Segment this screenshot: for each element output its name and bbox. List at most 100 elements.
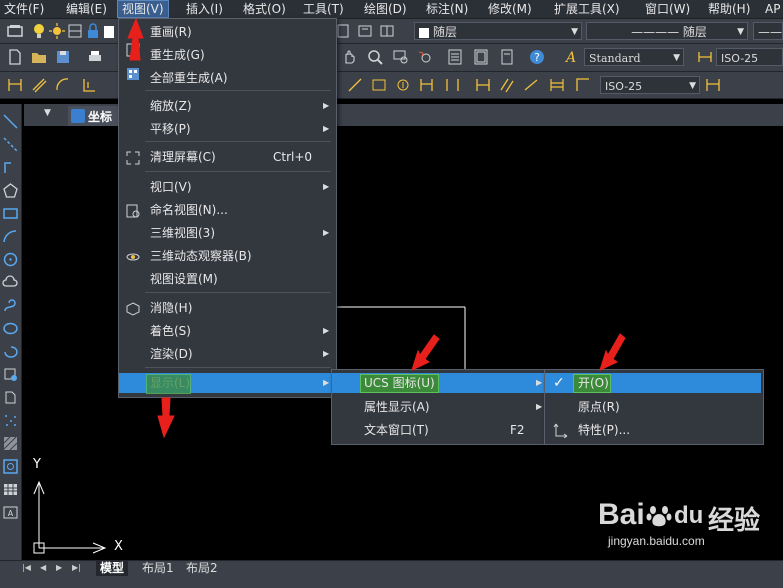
dimension-style-icon[interactable] — [696, 48, 714, 66]
dim-arc-icon[interactable] — [54, 76, 72, 94]
display-menu-item-0[interactable]: UCS 图标(U) ▶ — [332, 373, 546, 393]
text-style-combo[interactable]: Standard ▼ — [584, 48, 684, 66]
view-menu-item-11[interactable]: 消隐(H) — [119, 298, 334, 318]
revision-cloud-icon[interactable] — [2, 274, 19, 291]
ellipse-arc-icon[interactable] — [2, 343, 19, 360]
view-menu-item-9[interactable]: 三维动态观察器(B) — [119, 246, 334, 266]
zoom-realtime-icon[interactable] — [366, 48, 384, 66]
tolerance-icon[interactable] — [370, 76, 388, 94]
rectangle-icon[interactable] — [2, 205, 19, 222]
new-file-icon[interactable] — [6, 48, 24, 66]
multiline-text-icon[interactable]: A — [2, 504, 19, 521]
dim-aligned-icon[interactable] — [30, 76, 48, 94]
menu-app[interactable]: AP — [765, 1, 780, 17]
dim-text-edit-icon[interactable] — [444, 76, 462, 94]
dim-linear-icon[interactable] — [6, 76, 24, 94]
table-icon[interactable] — [2, 481, 19, 498]
freeze-icon[interactable] — [66, 22, 84, 40]
display-menu-item-1[interactable]: 属性显示(A) ▶ — [332, 397, 546, 417]
pan-hand-icon[interactable] — [340, 48, 358, 66]
view-menu-item-13[interactable]: 渲染(D) ▶ — [119, 344, 334, 364]
last-tab-icon[interactable]: ▶| — [72, 563, 81, 572]
view-menu-item-5[interactable]: 清理屏幕(C) Ctrl+0 — [119, 147, 334, 167]
menu-view[interactable]: 视图(V) — [117, 0, 169, 18]
sun-icon[interactable] — [48, 22, 66, 40]
linetype-combo[interactable]: ———— 随层 ▼ — [586, 22, 748, 40]
ucs-menu-item-1[interactable]: 原点(R) — [545, 397, 761, 417]
view-menu-item-3[interactable]: 缩放(Z) ▶ — [119, 96, 334, 116]
dim-ordinate-icon[interactable] — [80, 76, 98, 94]
first-tab-icon[interactable]: |◀ — [22, 563, 31, 572]
point-icon[interactable] — [2, 412, 19, 429]
dim-edit-icon[interactable] — [418, 76, 436, 94]
lock-icon[interactable] — [84, 22, 102, 40]
menu-edit[interactable]: 编辑(E) — [66, 1, 107, 17]
menu-draw[interactable]: 绘图(D) — [364, 1, 407, 17]
menu-modify[interactable]: 修改(M) — [488, 1, 532, 17]
dim-baseline-icon[interactable] — [574, 76, 592, 94]
menu-insert[interactable]: 插入(I) — [186, 1, 223, 17]
spline-icon[interactable] — [2, 297, 19, 314]
arc-icon[interactable] — [2, 228, 19, 245]
view-menu-item-0[interactable]: 重画(R) — [119, 22, 334, 42]
view-menu-item-4[interactable]: 平移(P) ▶ — [119, 119, 334, 139]
tab-layout2[interactable]: 布局2 — [182, 561, 222, 576]
line-icon[interactable] — [2, 113, 19, 130]
properties-icon[interactable] — [446, 48, 464, 66]
zoom-window-icon[interactable] — [392, 48, 410, 66]
dim-jogged-icon[interactable] — [346, 76, 364, 94]
save-icon[interactable] — [54, 48, 72, 66]
polyline-icon[interactable] — [2, 159, 19, 176]
dim-break-icon[interactable] — [522, 76, 540, 94]
next-tab-icon[interactable]: ▶ — [56, 563, 62, 572]
ucs-menu-item-2[interactable]: 特性(P)... — [545, 420, 761, 440]
dim-style-combo[interactable]: ISO-25 — [716, 48, 783, 66]
menu-help[interactable]: 帮助(H) — [708, 1, 750, 17]
dim-style-combo-2[interactable]: ISO-25 ▼ — [600, 76, 700, 94]
menu-file[interactable]: 文件(F) — [4, 1, 44, 17]
layer-previous-icon[interactable] — [356, 22, 374, 40]
hatch-icon[interactable] — [2, 435, 19, 452]
ucs-menu-item-0[interactable]: ✓ 开(O) — [545, 373, 761, 393]
zoom-previous-icon[interactable] — [416, 48, 434, 66]
tab-list-chevron-icon[interactable]: ▼ — [44, 108, 51, 118]
dim-oblique-icon[interactable] — [498, 76, 516, 94]
menu-tools[interactable]: 工具(T) — [303, 1, 344, 17]
lineweight-combo[interactable]: ——— — [753, 22, 783, 40]
lightbulb-icon[interactable] — [30, 22, 48, 40]
menu-dimension[interactable]: 标注(N) — [426, 1, 468, 17]
ray-icon[interactable] — [2, 136, 19, 153]
layer-combo[interactable]: 随层 ▼ — [414, 22, 582, 40]
view-menu-item-8[interactable]: 三维视图(3) ▶ — [119, 223, 334, 243]
match-layer-icon[interactable] — [378, 22, 396, 40]
dimension-style-manager-icon[interactable] — [704, 76, 722, 94]
menu-format[interactable]: 格式(O) — [243, 1, 286, 17]
help-icon[interactable]: ? — [528, 48, 546, 66]
layer-manager-icon[interactable] — [6, 22, 24, 40]
menu-window[interactable]: 窗口(W) — [645, 1, 690, 17]
view-menu-item-1[interactable]: 重生成(G) — [119, 45, 334, 65]
dim-update-icon[interactable] — [474, 76, 492, 94]
view-menu-item-6[interactable]: 视口(V) ▶ — [119, 177, 334, 197]
polygon-icon[interactable] — [2, 182, 19, 199]
view-menu-item-7[interactable]: 命名视图(N)... — [119, 200, 334, 220]
display-menu-item-2[interactable]: 文本窗口(T) F2 — [332, 420, 546, 440]
prev-tab-icon[interactable]: ◀ — [40, 563, 46, 572]
view-menu-item-12[interactable]: 着色(S) ▶ — [119, 321, 334, 341]
text-style-icon[interactable]: A — [564, 48, 582, 66]
print-icon[interactable] — [86, 48, 104, 66]
view-menu-item-2[interactable]: 全部重生成(A) — [119, 68, 334, 88]
circle-icon[interactable] — [2, 251, 19, 268]
ellipse-icon[interactable] — [2, 320, 19, 337]
view-menu-item-10[interactable]: 视图设置(M) — [119, 269, 334, 289]
region-icon[interactable] — [2, 458, 19, 475]
center-mark-icon[interactable] — [394, 76, 412, 94]
tool-palettes-icon[interactable] — [498, 48, 516, 66]
insert-block-icon[interactable] — [2, 366, 19, 383]
design-center-icon[interactable] — [472, 48, 490, 66]
tab-model[interactable]: 模型 — [96, 561, 129, 576]
menu-extension-tools[interactable]: 扩展工具(X) — [554, 1, 620, 17]
dim-space-icon[interactable] — [548, 76, 566, 94]
make-block-icon[interactable] — [2, 389, 19, 406]
tab-layout1[interactable]: 布局1 — [138, 561, 178, 576]
